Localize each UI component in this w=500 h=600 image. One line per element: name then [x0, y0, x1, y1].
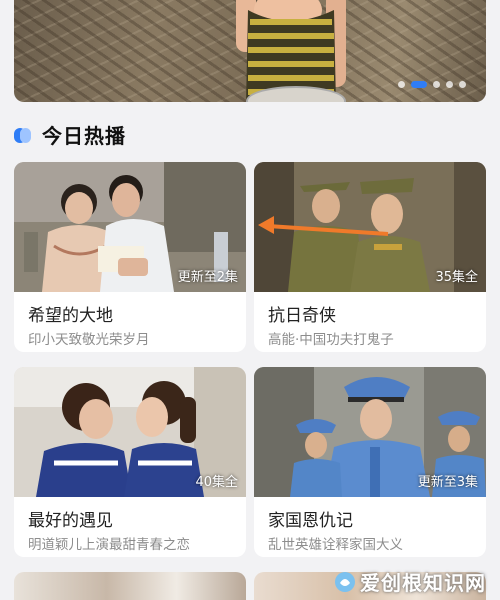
- show-thumbnail[interactable]: 更新至3集: [254, 367, 486, 497]
- carousel-dot[interactable]: [433, 81, 440, 88]
- section-title: 今日热播: [42, 124, 126, 148]
- section-marker-icon: [14, 125, 32, 145]
- show-thumbnail[interactable]: 40集全: [14, 367, 246, 497]
- show-thumbnail[interactable]: 35集全: [254, 162, 486, 292]
- carousel-dot[interactable]: [459, 81, 466, 88]
- show-title[interactable]: 最好的遇见: [28, 506, 113, 531]
- show-subtitle: 印小天致敬光荣岁月: [28, 332, 150, 348]
- show-subtitle: 乱世英雄诠释家国大义: [268, 537, 403, 553]
- show-card-partial[interactable]: [14, 572, 246, 600]
- show-title[interactable]: 家国恩仇记: [268, 506, 353, 531]
- show-card[interactable]: 更新至2集 希望的大地 印小天致敬光荣岁月: [14, 162, 246, 352]
- show-card[interactable]: 40集全 最好的遇见 明道颖儿上演最甜青春之恋: [14, 367, 246, 557]
- show-title[interactable]: 抗日奇侠: [268, 301, 336, 326]
- episode-badge: 40集全: [195, 475, 238, 490]
- watermark: 爱创根知识网: [334, 567, 486, 596]
- show-title[interactable]: 希望的大地: [28, 301, 113, 326]
- watermark-logo-icon: [335, 571, 355, 592]
- show-subtitle: 高能·中国功夫打鬼子: [268, 332, 394, 348]
- show-card[interactable]: 更新至3集 家国恩仇记 乱世英雄诠释家国大义: [254, 367, 486, 557]
- show-thumbnail[interactable]: 更新至2集: [14, 162, 246, 292]
- episode-badge: 35集全: [435, 270, 478, 285]
- watermark-text: 爱创根知识网: [360, 571, 486, 595]
- show-card[interactable]: 35集全 抗日奇侠 高能·中国功夫打鬼子: [254, 162, 486, 352]
- episode-badge: 更新至3集: [417, 475, 478, 490]
- carousel-dot[interactable]: [398, 81, 405, 88]
- carousel-dot-active[interactable]: [411, 81, 427, 88]
- section-header: 今日热播: [14, 120, 126, 149]
- episode-badge: 更新至2集: [177, 270, 238, 285]
- hero-banner[interactable]: [14, 0, 486, 102]
- carousel-dot[interactable]: [446, 81, 453, 88]
- carousel-indicator: [398, 81, 466, 88]
- show-subtitle: 明道颖儿上演最甜青春之恋: [28, 537, 190, 553]
